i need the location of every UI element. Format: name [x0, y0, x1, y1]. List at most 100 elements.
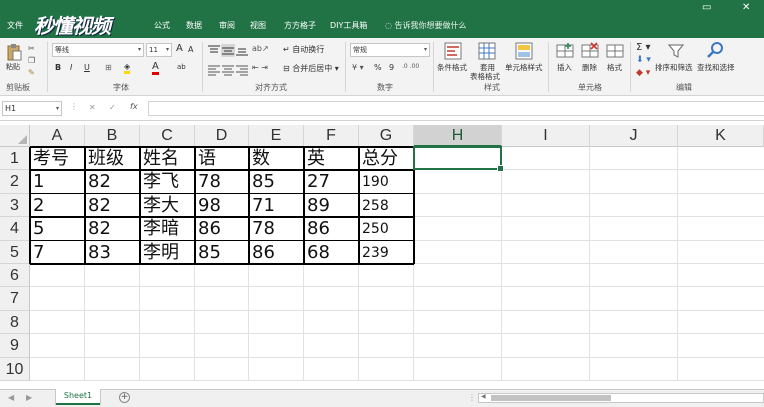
wrap-text-button[interactable]: ↵ 自动换行 [283, 44, 324, 55]
column-header-d[interactable]: D [195, 125, 249, 147]
table-cell[interactable]: 86 [195, 217, 249, 240]
table-cell[interactable]: 190 [359, 170, 414, 193]
table-cell[interactable]: 239 [359, 241, 414, 264]
name-box[interactable]: H1 ▾ [2, 101, 62, 116]
table-cell[interactable]: 258 [359, 194, 414, 217]
delete-cells-icon[interactable] [581, 42, 599, 60]
comma-button[interactable]: 9 [389, 63, 394, 72]
table-cell[interactable]: 82 [85, 194, 140, 217]
table-cell[interactable]: 86 [249, 241, 304, 264]
phonetic-button[interactable]: ab [177, 63, 186, 71]
fill-icon[interactable]: ⬇ ▾ [636, 55, 651, 65]
next-sheet-icon[interactable]: ▶ [26, 393, 32, 402]
cell-styles-label[interactable]: 单元格样式 [505, 62, 543, 73]
tab-formulas[interactable]: 公式 [154, 20, 170, 31]
bold-button[interactable]: B [55, 63, 61, 72]
merge-center-button[interactable]: ⊟ 合并后居中 ▾ [283, 63, 339, 74]
tab-review[interactable]: 审阅 [219, 20, 235, 31]
table-cell[interactable]: 85 [195, 241, 249, 264]
format-label[interactable]: 格式 [607, 62, 622, 73]
tab-diy-toolbox[interactable]: DIY工具箱 [330, 20, 367, 31]
table-cell[interactable]: 李大 [140, 194, 195, 217]
format-cells-icon[interactable] [606, 42, 624, 60]
select-all-button[interactable] [0, 125, 30, 147]
row-header-9[interactable]: 9 [0, 334, 30, 358]
tab-file[interactable]: 文件 [7, 20, 23, 31]
column-header-h[interactable]: H [414, 125, 502, 147]
sort-filter-icon[interactable] [667, 43, 685, 59]
table-cell[interactable]: 71 [249, 194, 304, 217]
underline-button[interactable]: U [84, 63, 90, 72]
column-header-g[interactable]: G [359, 125, 414, 147]
indent-icon[interactable]: ⇤ ⇥ [252, 63, 268, 72]
insert-function-icon[interactable]: fx [130, 102, 138, 111]
table-cell[interactable]: 86 [304, 217, 359, 240]
cancel-icon[interactable]: ✕ [89, 103, 96, 112]
scrollbar-thumb[interactable] [491, 395, 611, 401]
sheet-tab-sheet1[interactable]: Sheet1 [56, 389, 100, 405]
currency-icon[interactable]: ¥ ▾ [352, 63, 364, 72]
table-cell[interactable]: 李暗 [140, 217, 195, 240]
column-header-i[interactable]: I [502, 125, 590, 147]
tab-fangfang[interactable]: 方方格子 [284, 20, 316, 31]
align-bottom-icon[interactable] [235, 44, 249, 57]
paste-label[interactable]: 粘贴 [6, 62, 20, 72]
cell-styles-icon[interactable] [515, 42, 533, 60]
split-handle-icon[interactable]: ⋮ [468, 393, 476, 402]
row-header-3[interactable]: 3 [0, 193, 30, 218]
column-header-e[interactable]: E [249, 125, 304, 147]
copy-icon[interactable]: ❐ [28, 56, 35, 65]
tab-view[interactable]: 视图 [250, 20, 266, 31]
table-cell[interactable]: 27 [304, 170, 359, 193]
table-cell[interactable]: 83 [85, 241, 140, 264]
table-cell[interactable]: 82 [85, 170, 140, 193]
table-header-cell[interactable]: 数 [249, 147, 304, 170]
table-cell[interactable]: 5 [30, 217, 85, 240]
align-top-icon[interactable] [207, 44, 221, 57]
column-header-k[interactable]: K [678, 125, 764, 147]
formula-input[interactable] [148, 101, 764, 116]
clear-icon[interactable]: ◆ ▾ [636, 68, 650, 78]
table-header-cell[interactable]: 总分 [359, 147, 414, 170]
table-cell[interactable]: 78 [195, 170, 249, 193]
table-cell[interactable]: 68 [304, 241, 359, 264]
italic-button[interactable]: I [70, 63, 72, 72]
table-header-cell[interactable]: 语 [195, 147, 249, 170]
table-cell[interactable]: 250 [359, 217, 414, 240]
row-header-8[interactable]: 8 [0, 310, 30, 335]
align-right-icon[interactable] [235, 63, 249, 76]
table-cell[interactable]: 1 [30, 170, 85, 193]
autosum-icon[interactable]: Σ ▾ [636, 42, 651, 53]
horizontal-scrollbar[interactable]: ◀ [478, 393, 764, 403]
table-cell[interactable]: 89 [304, 194, 359, 217]
orientation-icon[interactable]: ab↗ [252, 44, 269, 53]
enter-icon[interactable]: ✓ [109, 103, 116, 112]
sort-filter-label[interactable]: 排序和筛选 [655, 62, 693, 73]
find-select-icon[interactable] [706, 41, 724, 59]
row-header-10[interactable]: 10 [0, 357, 30, 381]
table-header-cell[interactable]: 班级 [85, 147, 140, 170]
table-cell[interactable]: 李明 [140, 241, 195, 264]
shrink-font-button[interactable]: A [188, 45, 193, 54]
find-select-label[interactable]: 查找和选择 [697, 62, 735, 73]
insert-label[interactable]: 插入 [557, 62, 572, 73]
font-size-select[interactable]: 11 ▾ [146, 43, 172, 57]
tab-data[interactable]: 数据 [186, 20, 202, 31]
align-center-icon[interactable] [221, 63, 235, 76]
align-left-icon[interactable] [207, 63, 221, 76]
row-header-4[interactable]: 4 [0, 217, 30, 241]
row-header-2[interactable]: 2 [0, 170, 30, 194]
tell-me-search[interactable]: ◌ 告诉我你想要做什么 [385, 20, 467, 31]
row-header-1[interactable]: 1 [0, 147, 30, 171]
font-name-select[interactable]: 等线 ▾ [52, 43, 144, 57]
fill-color-icon[interactable]: ◈ [124, 62, 131, 74]
decimal-increase-icon[interactable]: .0 .00 [402, 63, 419, 70]
grow-font-button[interactable]: A [176, 43, 183, 54]
table-header-cell[interactable]: 姓名 [140, 147, 195, 170]
table-cell[interactable]: 98 [195, 194, 249, 217]
number-format-select[interactable]: 常规 ▾ [350, 43, 430, 57]
paste-icon[interactable] [6, 43, 22, 61]
row-header-6[interactable]: 6 [0, 264, 30, 288]
column-header-j[interactable]: J [590, 125, 678, 147]
conditional-format-label[interactable]: 条件格式 [437, 62, 467, 73]
